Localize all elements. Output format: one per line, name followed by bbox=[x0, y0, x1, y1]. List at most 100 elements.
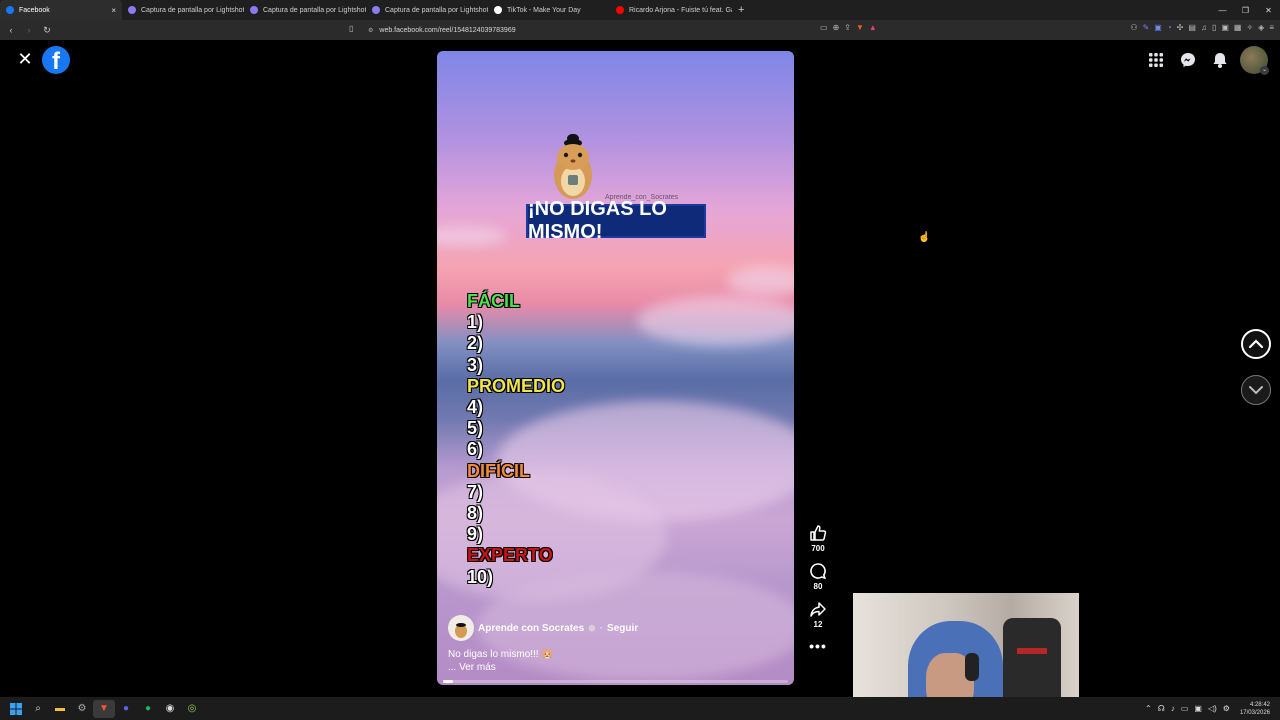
previous-reel-button[interactable] bbox=[1241, 329, 1271, 359]
list-item: 9) bbox=[467, 524, 484, 545]
tab-strip: Facebook × Captura de pantalla por Lightsh… bbox=[0, 0, 732, 20]
browser-tab[interactable]: Captura de pantalla por Lightshot bbox=[122, 0, 244, 20]
extension-icons: ⚇ ✎ ▣ ◔ ✣ ▤ ♫ ▯ ▣ ▦ ✧ ◈ ≡ bbox=[1130, 23, 1274, 32]
zoom-icon[interactable]: ⊕ bbox=[833, 23, 840, 32]
tabs-icon[interactable]: ▣ bbox=[1221, 23, 1229, 32]
follow-button[interactable]: Seguir bbox=[607, 623, 638, 634]
browser-tab[interactable]: Captura de pantalla por Lightshot bbox=[366, 0, 488, 20]
brave-shields-icon[interactable]: ▼ bbox=[856, 23, 864, 32]
share-count: 12 bbox=[813, 620, 823, 629]
browser-tab[interactable]: Captura de pantalla por Lightshot bbox=[244, 0, 366, 20]
share-icon[interactable]: ⇪ bbox=[844, 23, 851, 32]
settings-app-icon[interactable]: ⚙ bbox=[71, 700, 93, 718]
discord-icon[interactable]: ● bbox=[115, 700, 137, 718]
close-tab-icon[interactable]: × bbox=[111, 6, 116, 15]
window-controls: — ❐ ✕ bbox=[1211, 0, 1280, 20]
brave-rewards-icon[interactable]: ▲ bbox=[869, 23, 877, 32]
brave-browser-icon[interactable]: ▼ bbox=[93, 699, 115, 718]
wallet-icon[interactable]: ▦ bbox=[1234, 23, 1242, 32]
messenger-icon[interactable] bbox=[1176, 48, 1200, 72]
url-field[interactable]: ⚙ web.facebook.com/reel/1548124039783969 bbox=[368, 24, 516, 36]
tab-label: TikTok - Make Your Day bbox=[507, 6, 581, 14]
keyboard-icon[interactable]: ▭ bbox=[1181, 704, 1189, 713]
profile-avatar[interactable]: ⌄ bbox=[1240, 46, 1269, 75]
leo-icon[interactable]: ✧ bbox=[1246, 23, 1253, 32]
reload-icon[interactable]: ↻ bbox=[40, 25, 54, 36]
feather-icon bbox=[250, 6, 258, 14]
sidebar-icon[interactable]: ▯ bbox=[1212, 23, 1216, 32]
extension-icon[interactable]: ⚇ bbox=[1130, 23, 1137, 32]
clock-time: 4:28:42 bbox=[1249, 701, 1270, 708]
app-icon[interactable]: ◎ bbox=[181, 700, 203, 718]
bookmark-icon[interactable]: ▯ bbox=[349, 24, 353, 33]
spotify-icon[interactable]: ● bbox=[137, 700, 159, 718]
level-heading: FÁCIL bbox=[467, 291, 520, 311]
minimize-icon[interactable]: — bbox=[1211, 6, 1234, 15]
close-window-icon[interactable]: ✕ bbox=[1257, 6, 1280, 15]
tray-app-icon[interactable]: ⚙ bbox=[1223, 704, 1230, 713]
like-button[interactable]: 700 bbox=[809, 524, 827, 553]
author-avatar[interactable] bbox=[448, 615, 474, 641]
share-arrow-icon bbox=[810, 602, 826, 617]
extension-icon[interactable]: ◔ bbox=[1167, 23, 1172, 32]
facebook-logo-icon[interactable]: f bbox=[42, 46, 70, 75]
translate-icon[interactable]: ▣ bbox=[1154, 23, 1162, 32]
menu-grid-icon[interactable] bbox=[1144, 48, 1168, 72]
menu-icon[interactable]: ≡ bbox=[1269, 23, 1274, 32]
next-reel-button[interactable] bbox=[1241, 375, 1271, 405]
reel-video[interactable]: Aprende_con_Socrates ¡NO DIGAS LO MISMO!… bbox=[437, 51, 794, 685]
headset-icon[interactable]: ☊ bbox=[1158, 704, 1165, 713]
media-icon[interactable]: ♫ bbox=[1201, 23, 1207, 32]
comment-button[interactable]: 80 bbox=[809, 562, 827, 591]
forward-icon[interactable]: › bbox=[22, 25, 36, 35]
level-heading: PROMEDIO bbox=[467, 375, 566, 396]
back-icon[interactable]: ‹ bbox=[4, 25, 18, 35]
chevron-down-icon bbox=[1249, 386, 1263, 395]
notifications-bell-icon[interactable] bbox=[1208, 48, 1232, 72]
browser-tab[interactable]: Ricardo Arjona - Fuiste tú feat. Gaby bbox=[610, 0, 732, 20]
microphone-icon[interactable]: ♪ bbox=[1171, 704, 1175, 713]
comment-count: 80 bbox=[813, 582, 823, 591]
video-progress-bar[interactable] bbox=[443, 680, 788, 683]
browser-tab-bar: Facebook × Captura de pantalla por Lightsh… bbox=[0, 0, 1280, 20]
new-tab-button[interactable]: + bbox=[738, 4, 744, 16]
tiktok-icon bbox=[494, 6, 502, 14]
tab-label: Facebook bbox=[19, 6, 50, 14]
vpn-icon[interactable]: ◈ bbox=[1258, 23, 1264, 32]
more-dots-icon: ••• bbox=[809, 638, 827, 654]
tab-label: Captura de pantalla por Lightshot bbox=[141, 6, 244, 14]
more-options-button[interactable]: ••• bbox=[809, 638, 827, 654]
browser-tab[interactable]: Facebook × bbox=[0, 0, 122, 20]
restore-icon[interactable]: ❐ bbox=[1234, 6, 1257, 15]
author-name[interactable]: Aprende con Socrates bbox=[478, 623, 584, 634]
share-button[interactable]: 12 bbox=[809, 600, 827, 629]
system-clock[interactable]: 4:28:42 17/03/2026 bbox=[1240, 701, 1270, 717]
mouse-cursor-icon: ☝ bbox=[918, 232, 931, 243]
extension-icon[interactable]: ✎ bbox=[1143, 23, 1150, 32]
caption-text: No digas lo mismo!!! 🐹 bbox=[448, 649, 554, 660]
tab-label: Captura de pantalla por Lightshot bbox=[263, 6, 366, 14]
obs-icon[interactable]: ◉ bbox=[159, 700, 181, 718]
site-info-icon[interactable]: ⚙ bbox=[368, 27, 373, 34]
chevron-up-icon[interactable]: ⌃ bbox=[1145, 704, 1152, 713]
extension-icon[interactable]: ▤ bbox=[1188, 23, 1196, 32]
see-more-link[interactable]: ... Ver más bbox=[448, 661, 554, 674]
url-actions: ▭ ⊕ ⇪ ▼ ▲ bbox=[820, 23, 877, 32]
list-item: 10) bbox=[467, 566, 494, 587]
close-viewer-button[interactable]: ✕ bbox=[16, 50, 34, 68]
file-explorer-icon[interactable]: ▬ bbox=[49, 700, 71, 718]
windows-start-icon[interactable] bbox=[5, 700, 27, 718]
cast-icon[interactable]: ▭ bbox=[820, 23, 828, 32]
volume-icon[interactable]: ◁) bbox=[1208, 704, 1217, 713]
headphones-image bbox=[965, 653, 979, 681]
search-icon[interactable]: ⌕ bbox=[27, 700, 49, 718]
browser-tab[interactable]: TikTok - Make Your Day bbox=[488, 0, 610, 20]
youtube-icon bbox=[616, 6, 624, 14]
reel-author: Aprende con Socrates ⊕ · Seguir bbox=[448, 615, 638, 641]
url-text: web.facebook.com/reel/1548124039783969 bbox=[379, 26, 516, 34]
level-heading: EXPERTO bbox=[467, 545, 553, 566]
list-item: 8) bbox=[467, 503, 484, 524]
network-icon[interactable]: ▣ bbox=[1194, 704, 1202, 713]
puzzle-icon[interactable]: ✣ bbox=[1177, 23, 1184, 32]
level-heading: DIFÍCIL bbox=[467, 460, 530, 481]
